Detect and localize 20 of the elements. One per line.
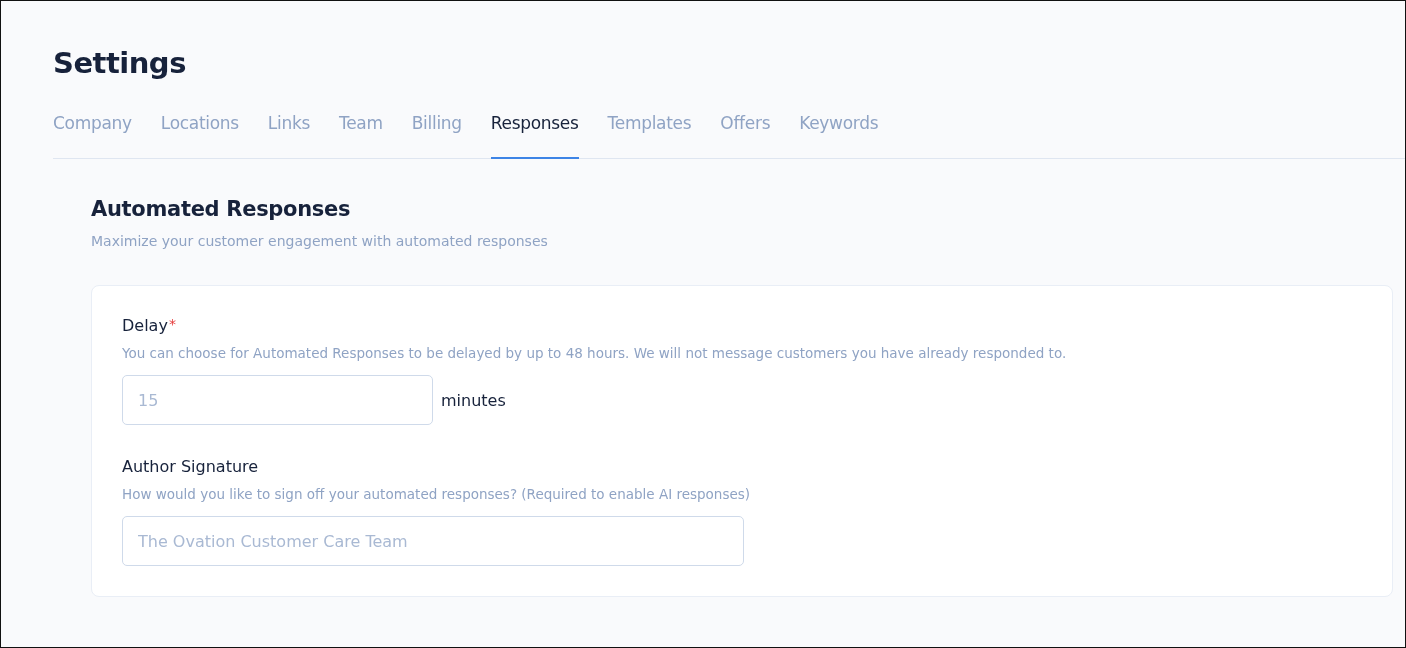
section-subtitle: Maximize your customer engagement with automated responses (91, 233, 549, 249)
tab[interactable]: Offers (720, 109, 771, 159)
input-field[interactable]: The Ovation Customer Care Team (122, 516, 744, 566)
field-hint: You can choose for Automated Responses to be delayed by up to 48 hours. We will not message customers you have already responded to. (122, 345, 1068, 361)
field-label: Delay (122, 316, 168, 335)
tab[interactable]: Team (339, 109, 383, 159)
field-label: Author Signature (122, 457, 259, 476)
tab[interactable]: Keywords (799, 109, 879, 159)
tab[interactable]: Templates (607, 109, 692, 159)
tab[interactable]: Links (267, 109, 310, 159)
page-title: Settings (53, 45, 187, 81)
section-title: Automated Responses (91, 196, 352, 223)
tab[interactable]: Locations (160, 109, 239, 159)
input-field[interactable]: 15 (122, 375, 433, 425)
tab[interactable]: Responses (490, 109, 579, 159)
required-mark: * (168, 316, 176, 332)
tab[interactable]: Billing (411, 109, 462, 159)
field-hint: How would you like to sign off your automated responses? (Required to enable AI responses) (122, 486, 752, 502)
unit-label: minutes (441, 390, 506, 410)
tab[interactable]: Company (53, 109, 132, 159)
